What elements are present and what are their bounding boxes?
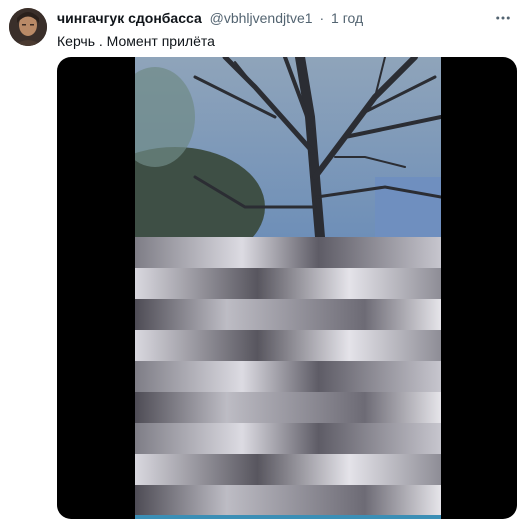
media-video[interactable] bbox=[57, 57, 517, 519]
tweet-header: чингачгук сдонбасса @vbhljvendjtve1 · 1 … bbox=[57, 10, 485, 28]
author-name[interactable]: чингачгук сдонбасса bbox=[57, 10, 202, 26]
separator-dot: · bbox=[319, 10, 325, 26]
author-handle[interactable]: @vbhljvendjtve1 bbox=[210, 10, 313, 26]
video-frame[interactable] bbox=[135, 57, 441, 519]
timestamp[interactable]: 1 год bbox=[331, 10, 363, 26]
more-dots-icon bbox=[496, 16, 510, 20]
more-options-button[interactable] bbox=[491, 6, 515, 30]
avatar-image bbox=[9, 8, 47, 46]
tweet[interactable]: чингачгук сдонбасса @vbhljvendjtve1 · 1 … bbox=[0, 0, 525, 524]
video-thumbnail bbox=[135, 57, 441, 519]
tweet-text: Керчь . Момент прилёта bbox=[57, 33, 215, 49]
avatar[interactable] bbox=[9, 8, 47, 46]
